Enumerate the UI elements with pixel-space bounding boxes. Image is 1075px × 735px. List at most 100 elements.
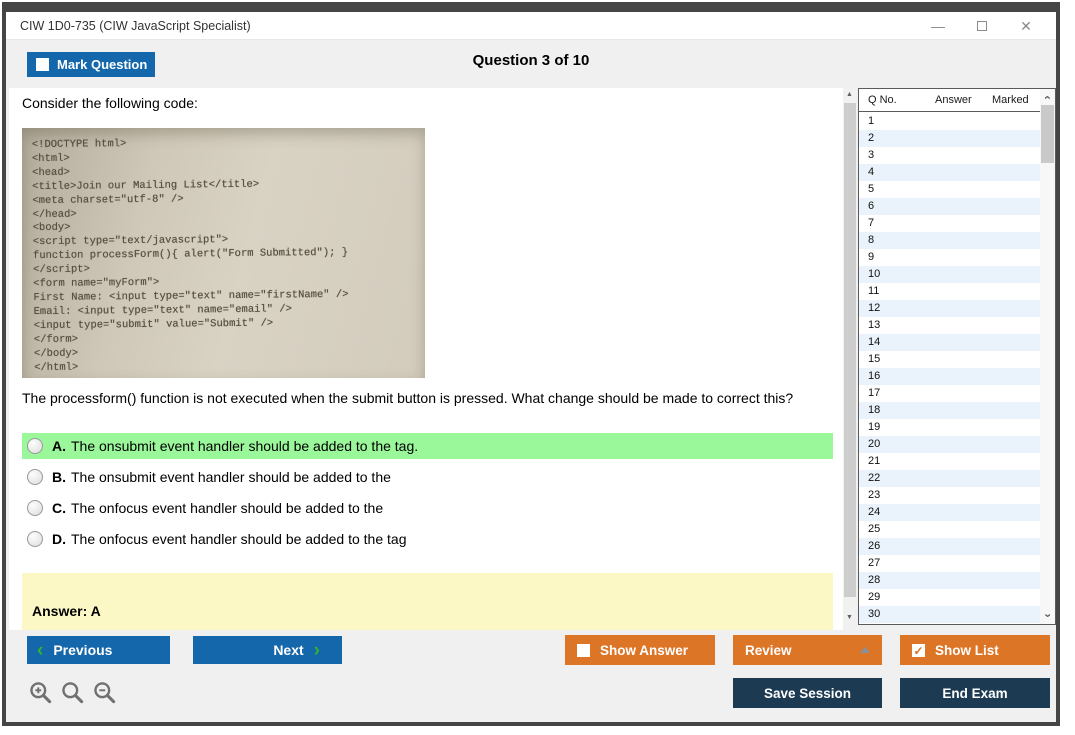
question-list-row[interactable]: 16 — [859, 368, 1055, 385]
row-answer — [926, 351, 983, 368]
question-list-row[interactable]: 9 — [859, 249, 1055, 266]
question-list-row[interactable]: 26 — [859, 538, 1055, 555]
question-list-row[interactable]: 25 — [859, 521, 1055, 538]
question-list-row[interactable]: 19 — [859, 419, 1055, 436]
row-qno: 23 — [859, 487, 926, 504]
question-list-row[interactable]: 3 — [859, 147, 1055, 164]
list-scroll-down-icon[interactable]: ‹ — [1040, 608, 1055, 623]
row-qno: 24 — [859, 504, 926, 521]
mark-question-checkbox[interactable] — [36, 58, 49, 71]
row-marked — [983, 283, 1023, 300]
row-marked — [983, 113, 1023, 130]
row-answer — [926, 181, 983, 198]
question-list-row[interactable]: 21 — [859, 453, 1055, 470]
list-scroll-up-icon[interactable]: ‹ — [1040, 90, 1055, 105]
save-session-button[interactable]: Save Session — [733, 678, 882, 708]
show-list-button[interactable]: ✓ Show List — [900, 635, 1050, 665]
maximize-button[interactable] — [960, 18, 1004, 34]
row-qno: 17 — [859, 385, 926, 402]
question-list-row[interactable]: 10 — [859, 266, 1055, 283]
zoom-in-icon[interactable] — [28, 680, 54, 706]
row-marked — [983, 436, 1023, 453]
scrollbar-thumb[interactable] — [844, 103, 856, 597]
row-qno: 19 — [859, 419, 926, 436]
minimize-button[interactable]: — — [916, 18, 960, 34]
next-button[interactable]: Next › — [193, 636, 342, 664]
answer-option-c[interactable]: C. The onfocus event handler should be a… — [22, 495, 833, 521]
close-button[interactable]: ✕ — [1004, 18, 1048, 35]
question-list-row[interactable]: 23 — [859, 487, 1055, 504]
question-list-row[interactable]: 28 — [859, 572, 1055, 589]
question-list-row[interactable]: 13 — [859, 317, 1055, 334]
row-answer — [926, 470, 983, 487]
row-qno: 3 — [859, 147, 926, 164]
show-answer-label: Show Answer — [600, 643, 688, 658]
option-letter: A. — [52, 438, 66, 454]
row-answer — [926, 215, 983, 232]
end-exam-button[interactable]: End Exam — [900, 678, 1050, 708]
row-qno: 4 — [859, 164, 926, 181]
question-list-row[interactable]: 1 — [859, 113, 1055, 130]
row-qno: 6 — [859, 198, 926, 215]
question-list-row[interactable]: 15 — [859, 351, 1055, 368]
row-marked — [983, 402, 1023, 419]
row-answer — [926, 147, 983, 164]
question-list-row[interactable]: 20 — [859, 436, 1055, 453]
review-button[interactable]: Review — [733, 635, 882, 665]
question-list-row[interactable]: 2 — [859, 130, 1055, 147]
answer-option-d[interactable]: D. The onfocus event handler should be a… — [22, 526, 833, 552]
app-window: CIW 1D0-735 (CIW JavaScript Specialist) … — [2, 2, 1060, 726]
radio-icon[interactable] — [27, 500, 43, 516]
question-list-row[interactable]: 24 — [859, 504, 1055, 521]
row-answer — [926, 436, 983, 453]
question-list-scrollbar[interactable]: ‹ ‹ — [1040, 89, 1055, 624]
save-session-label: Save Session — [764, 686, 851, 701]
row-qno: 25 — [859, 521, 926, 538]
chevron-left-icon: ‹ — [37, 641, 43, 660]
row-qno: 7 — [859, 215, 926, 232]
question-list-row[interactable]: 7 — [859, 215, 1055, 232]
question-list-row[interactable]: 8 — [859, 232, 1055, 249]
row-qno: 15 — [859, 351, 926, 368]
zoom-reset-icon[interactable] — [60, 680, 86, 706]
question-list: 1 2 3 — [859, 113, 1055, 624]
show-answer-button[interactable]: Show Answer — [565, 635, 715, 665]
radio-icon[interactable] — [27, 469, 43, 485]
question-list-row[interactable]: 29 — [859, 589, 1055, 606]
zoom-toolbar — [28, 680, 118, 706]
question-list-header: Q No. Answer Marked — [859, 89, 1055, 112]
question-list-row[interactable]: 4 — [859, 164, 1055, 181]
question-list-row[interactable]: 18 — [859, 402, 1055, 419]
row-answer — [926, 521, 983, 538]
zoom-out-icon[interactable] — [92, 680, 118, 706]
answer-option-a[interactable]: A. The onsubmit event handler should be … — [22, 433, 833, 459]
question-list-row[interactable]: 6 — [859, 198, 1055, 215]
list-scrollbar-thumb[interactable] — [1041, 105, 1054, 163]
mark-question-button[interactable]: Mark Question — [27, 52, 155, 77]
question-list-row[interactable]: 27 — [859, 555, 1055, 572]
previous-label: Previous — [53, 642, 112, 658]
row-answer — [926, 249, 983, 266]
answer-label: Answer: A — [32, 603, 101, 619]
question-list-row[interactable]: 22 — [859, 470, 1055, 487]
question-prompt: The processform() function is not execut… — [22, 390, 838, 406]
scroll-up-icon[interactable]: ▲ — [843, 88, 856, 102]
question-list-row[interactable]: 17 — [859, 385, 1055, 402]
answer-option-b[interactable]: B. The onsubmit event handler should be … — [22, 464, 833, 490]
previous-button[interactable]: ‹ Previous — [27, 636, 170, 664]
row-answer — [926, 368, 983, 385]
option-text: The onsubmit event handler should be add… — [71, 438, 418, 454]
question-list-row[interactable]: 14 — [859, 334, 1055, 351]
show-list-checkbox[interactable]: ✓ — [912, 644, 925, 657]
question-list-row[interactable]: 12 — [859, 300, 1055, 317]
option-letter: B. — [52, 469, 66, 485]
show-answer-checkbox[interactable] — [577, 644, 590, 657]
question-list-row[interactable]: 5 — [859, 181, 1055, 198]
radio-icon[interactable] — [27, 438, 43, 454]
row-answer — [926, 317, 983, 334]
question-list-row[interactable]: 30 — [859, 606, 1055, 623]
main-scrollbar[interactable]: ▲ ▼ — [843, 88, 856, 625]
question-list-row[interactable]: 11 — [859, 283, 1055, 300]
radio-icon[interactable] — [27, 531, 43, 547]
scroll-down-icon[interactable]: ▼ — [843, 611, 856, 625]
